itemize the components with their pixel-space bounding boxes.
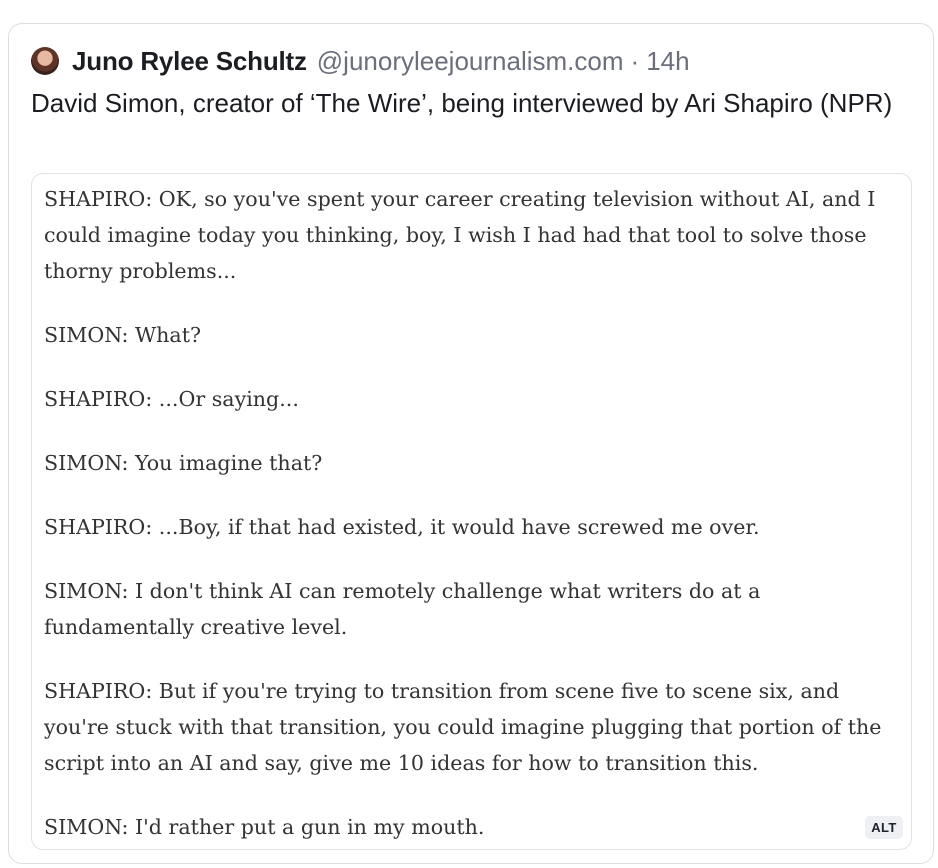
transcript-paragraph: SIMON: I'd rather put a gun in my mouth. <box>44 815 485 839</box>
transcript-paragraph: SHAPIRO: OK, so you've spent your career… <box>44 187 876 283</box>
transcript-paragraph: SHAPIRO: ...Or saying... <box>44 387 299 411</box>
image-embed[interactable]: SHAPIRO: OK, so you've spent your career… <box>31 173 912 850</box>
meta-separator: · <box>630 45 640 76</box>
transcript-paragraph: SIMON: I don't think AI can remotely cha… <box>44 579 761 639</box>
transcript-image-text: SHAPIRO: OK, so you've spent your career… <box>44 181 910 849</box>
transcript-paragraph: SHAPIRO: But if you're trying to transit… <box>44 679 882 775</box>
avatar[interactable] <box>31 47 59 75</box>
post-text: David Simon, creator of ‘The Wire’, bein… <box>31 88 893 118</box>
alt-text-button[interactable]: ALT <box>865 816 903 839</box>
author-handle[interactable]: @junoryleejournalism.com <box>317 46 624 77</box>
post-header: Juno Rylee Schultz @junoryleejournalism.… <box>31 44 690 78</box>
previous-post-cutoff <box>24 0 784 6</box>
post-timestamp[interactable]: 14h <box>646 46 689 77</box>
author-name[interactable]: Juno Rylee Schultz <box>72 46 307 77</box>
transcript-paragraph: SIMON: What? <box>44 323 202 347</box>
transcript-paragraph: SHAPIRO: ...Boy, if that had existed, it… <box>44 515 760 539</box>
post-card[interactable]: Juno Rylee Schultz @junoryleejournalism.… <box>8 23 934 864</box>
transcript-paragraph: SIMON: You imagine that? <box>44 451 323 475</box>
